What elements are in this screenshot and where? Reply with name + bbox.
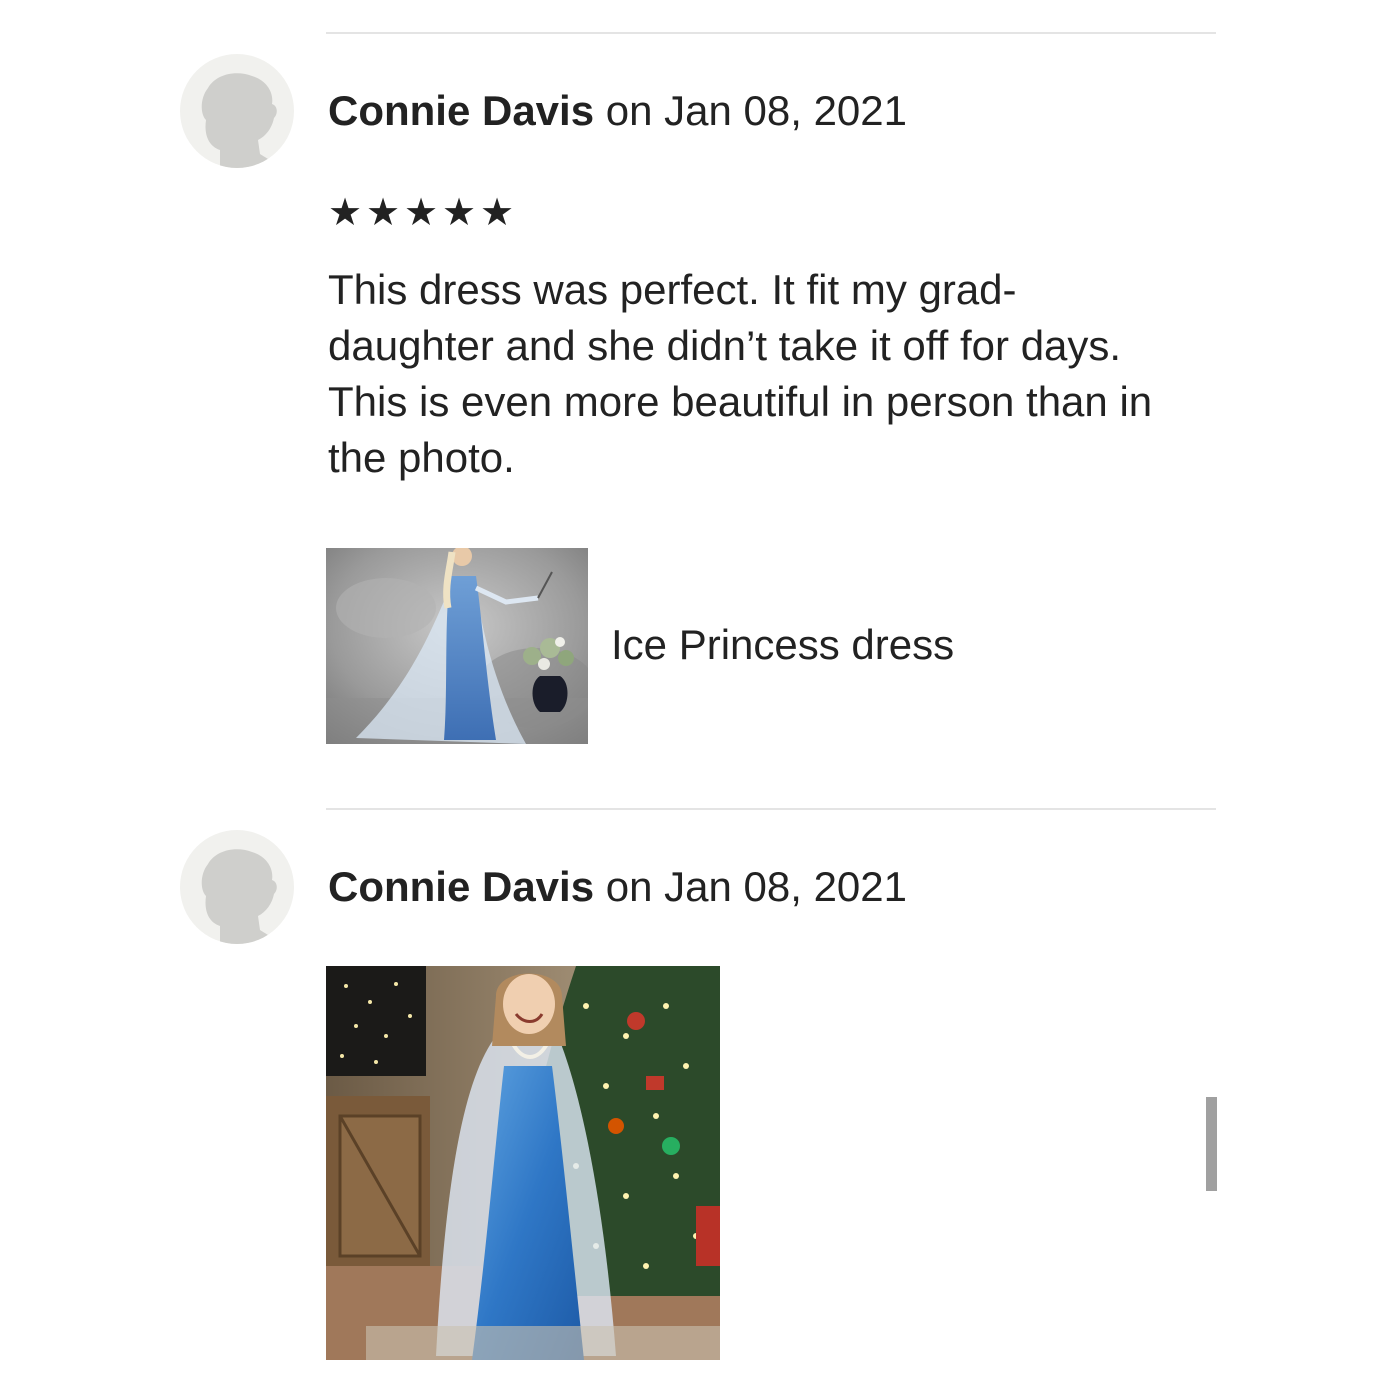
review-header: Connie Davis on Jan 08, 2021	[328, 86, 907, 136]
star-rating: ★ ★ ★ ★ ★	[326, 194, 516, 232]
star-icon: ★	[327, 192, 363, 234]
reviewer-name[interactable]: Connie Davis	[328, 863, 594, 910]
review-divider-top	[326, 32, 1216, 34]
item-thumbnail[interactable]	[326, 548, 588, 744]
review-photo[interactable]	[326, 966, 720, 1360]
review-divider	[326, 808, 1216, 810]
review-header: Connie Davis on Jan 08, 2021	[328, 862, 907, 912]
default-user-icon	[201, 73, 277, 168]
dress-photo	[326, 548, 588, 744]
star-icon: ★	[403, 192, 439, 234]
reviewer-name[interactable]: Connie Davis	[328, 87, 594, 134]
default-user-icon	[201, 849, 277, 944]
star-icon: ★	[441, 192, 477, 234]
review-date: on Jan 08, 2021	[594, 863, 908, 910]
star-icon: ★	[479, 192, 515, 234]
review-text: This dress was perfect. It fit my grad-d…	[328, 266, 1153, 481]
review-date: on Jan 08, 2021	[594, 87, 908, 134]
girl-in-dress-photo	[326, 966, 720, 1360]
reviewer-avatar[interactable]	[180, 830, 294, 944]
item-title-link[interactable]: Ice Princess dress	[611, 620, 954, 670]
reviewer-avatar[interactable]	[180, 54, 294, 168]
scrollbar-thumb[interactable]	[1206, 1097, 1217, 1191]
star-icon: ★	[365, 192, 401, 234]
